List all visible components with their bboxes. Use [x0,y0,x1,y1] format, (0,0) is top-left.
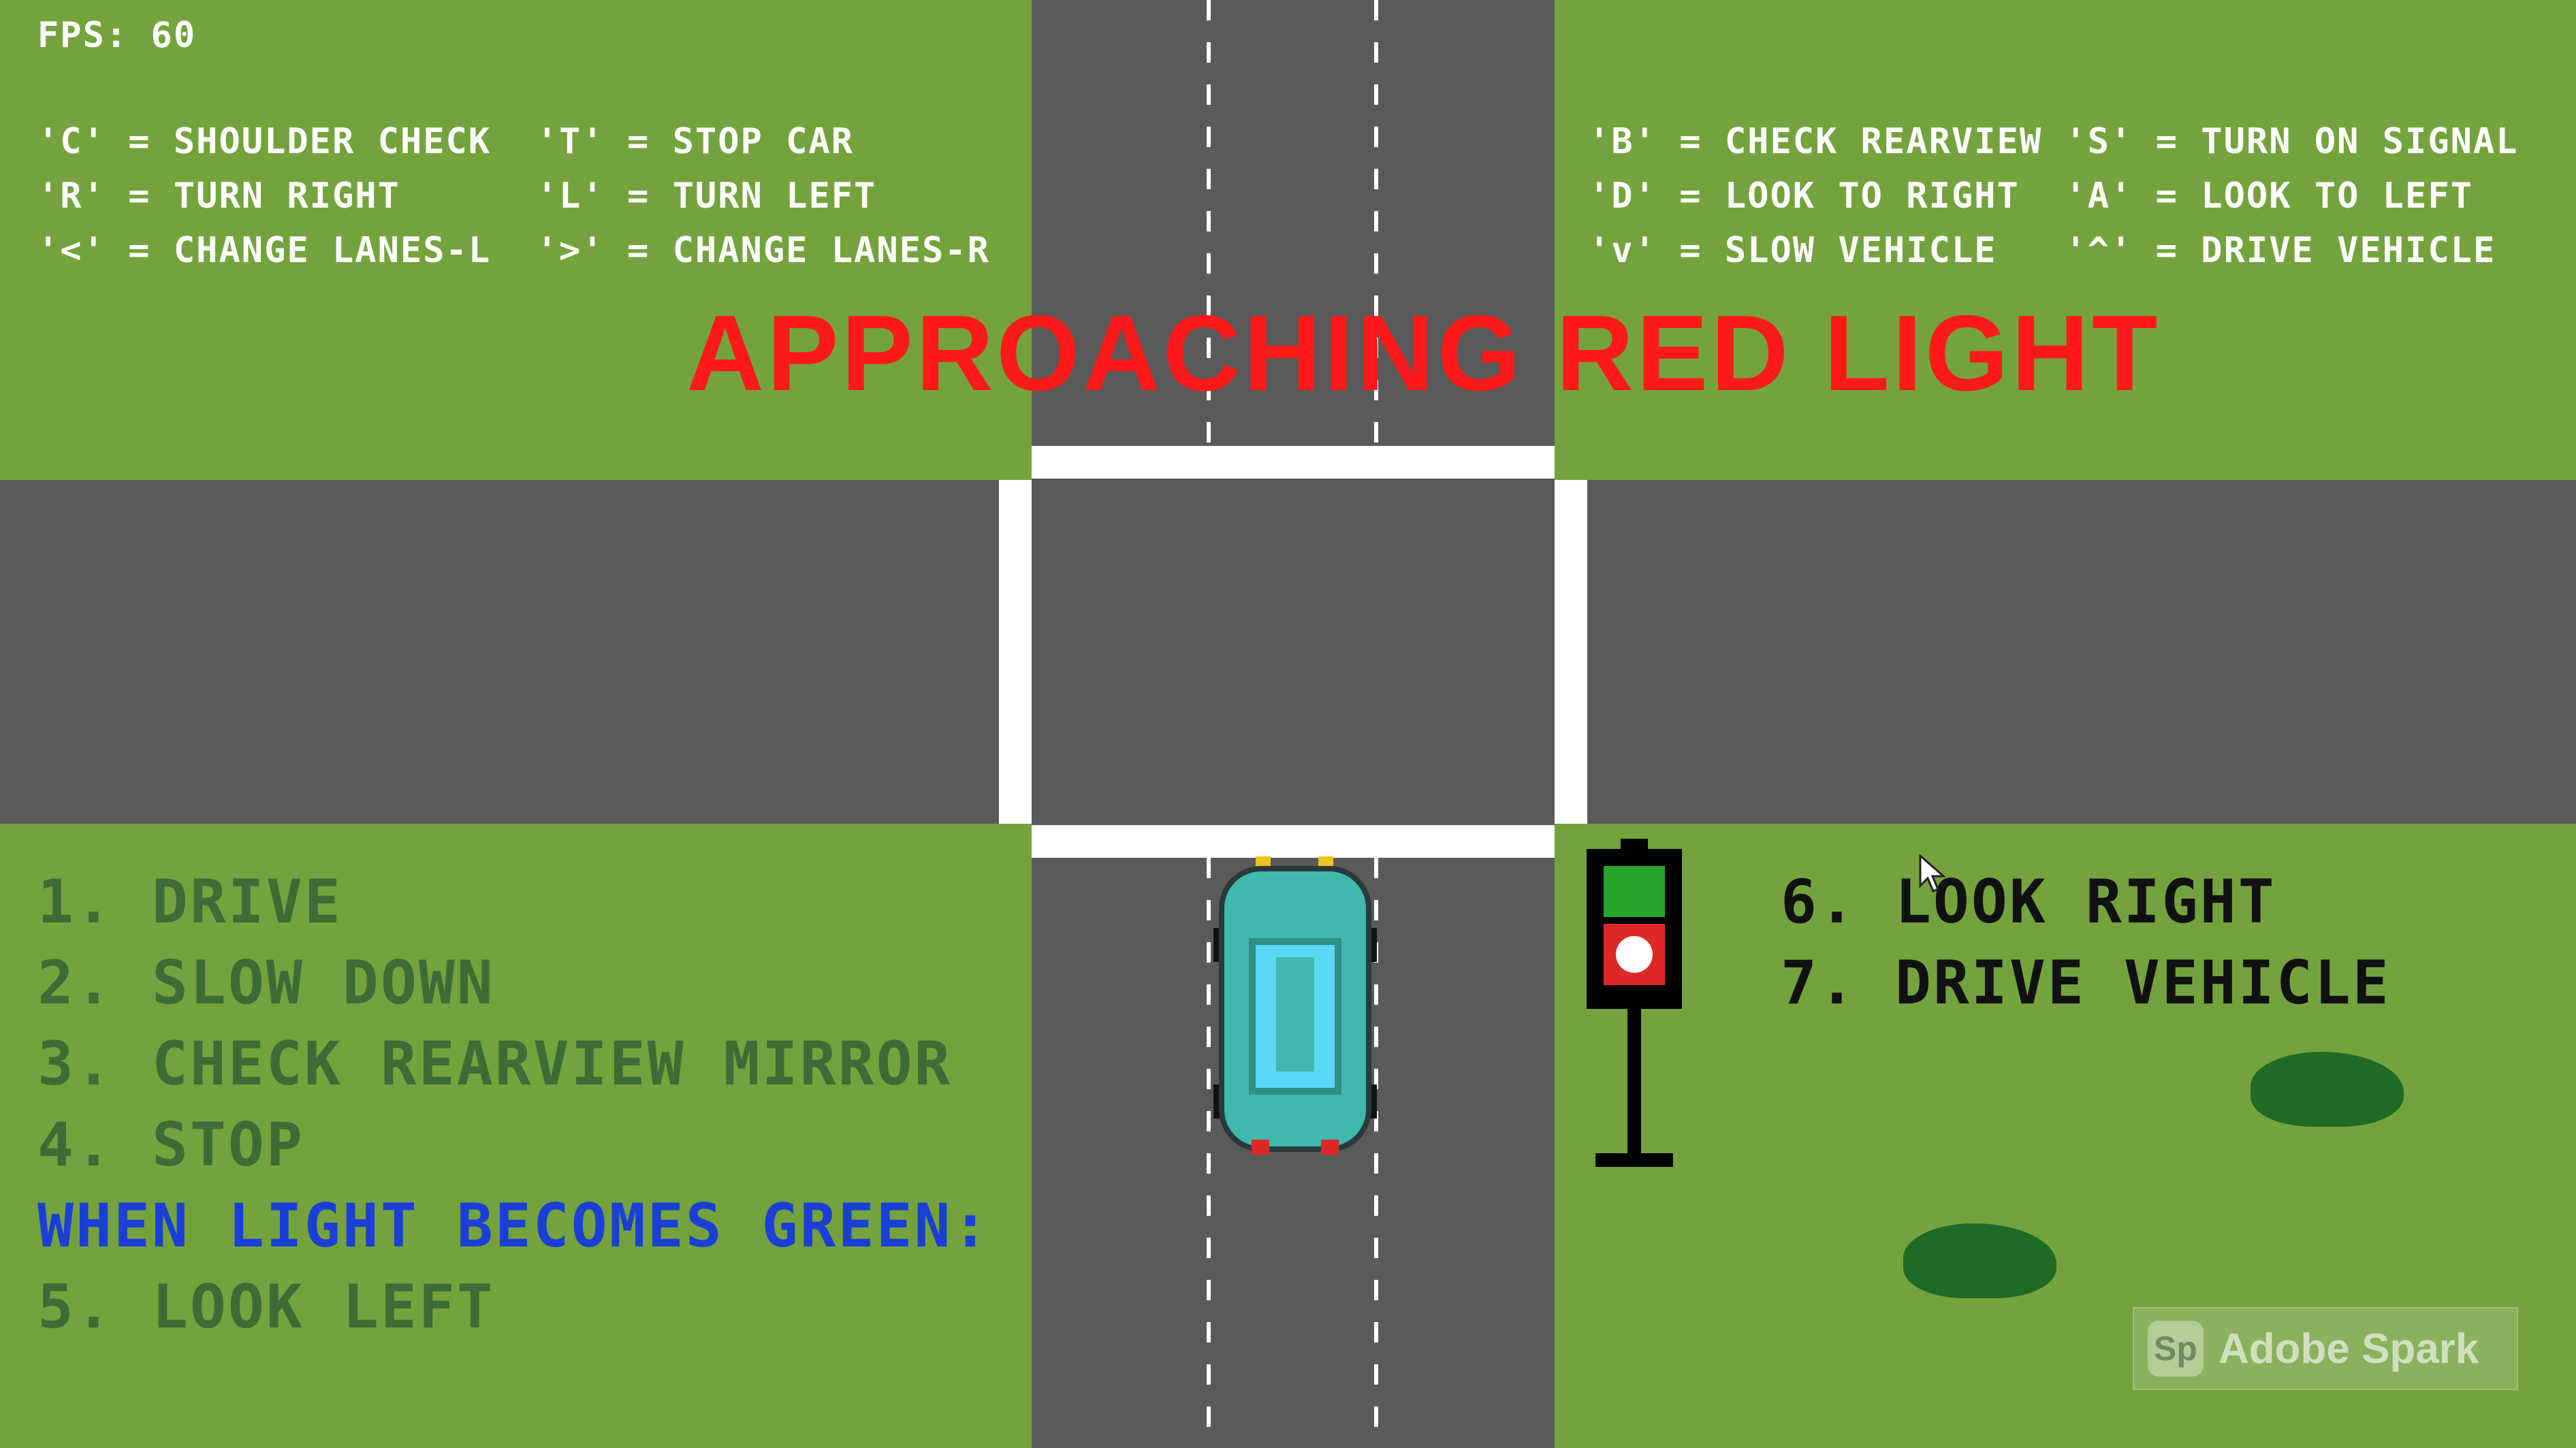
traffic-light-icon [1587,839,1682,1167]
control-line: 'D' = LOOK TO RIGHT 'A' = LOOK TO LEFT [1589,176,2473,216]
bush [2251,1052,2404,1127]
step-item-active: 6. LOOK RIGHT [1781,867,2276,937]
controls-left: 'C' = SHOULDER CHECK 'T' = STOP CAR 'R' … [37,121,990,285]
step-item-done: 1. DRIVE [37,867,343,937]
bush [1903,1223,2056,1298]
fps-counter: FPS: 60 [37,15,197,56]
stop-line-top [1032,446,1555,479]
adobe-spark-logo-icon: Sp [2148,1321,2204,1377]
horizontal-road [0,480,2576,824]
step-item-done: 5. LOOK LEFT [37,1272,495,1342]
steps-left: 1. DRIVE 2. SLOW DOWN 3. CHECK REARVIEW … [37,867,991,1353]
stop-line-left [999,480,1032,824]
watermark-text: Adobe Spark [2219,1325,2479,1372]
traffic-light [1583,839,1685,1172]
step-item-done: 2. SLOW DOWN [37,948,495,1018]
player-car[interactable] [1213,856,1377,1170]
step-item-done: 4. STOP [37,1110,304,1180]
stop-line-bottom [1032,825,1555,858]
steps-right: 6. LOOK RIGHT 7. DRIVE VEHICLE [1781,867,2391,1029]
watermark: Sp Adobe Spark [2133,1307,2518,1390]
lane-dash-bottom-left [1207,858,1211,1448]
car-sprite [1213,856,1377,1155]
control-line: 'v' = SLOW VEHICLE '^' = DRIVE VEHICLE [1589,230,2496,271]
mouse-cursor-icon [1919,853,1946,898]
controls-right: 'B' = CHECK REARVIEW 'S' = TURN ON SIGNA… [1589,121,2519,285]
stop-line-right [1555,480,1587,824]
control-line: 'C' = SHOULDER CHECK 'T' = STOP CAR [37,121,855,162]
status-banner: APPROACHING RED LIGHT [686,293,2161,413]
control-line: 'R' = TURN RIGHT 'L' = TURN LEFT [37,176,877,216]
when-green-label: WHEN LIGHT BECOMES GREEN: [37,1191,991,1261]
step-item-done: 3. CHECK REARVIEW MIRROR [37,1029,953,1099]
control-line: '<' = CHANGE LANES-L '>' = CHANGE LANES-… [37,230,990,271]
game-scene: FPS: 60 'C' = SHOULDER CHECK 'T' = STOP … [0,0,2576,1448]
green-lamp [1604,866,1665,917]
step-item-active: 7. DRIVE VEHICLE [1781,948,2391,1018]
control-line: 'B' = CHECK REARVIEW 'S' = TURN ON SIGNA… [1589,121,2519,162]
